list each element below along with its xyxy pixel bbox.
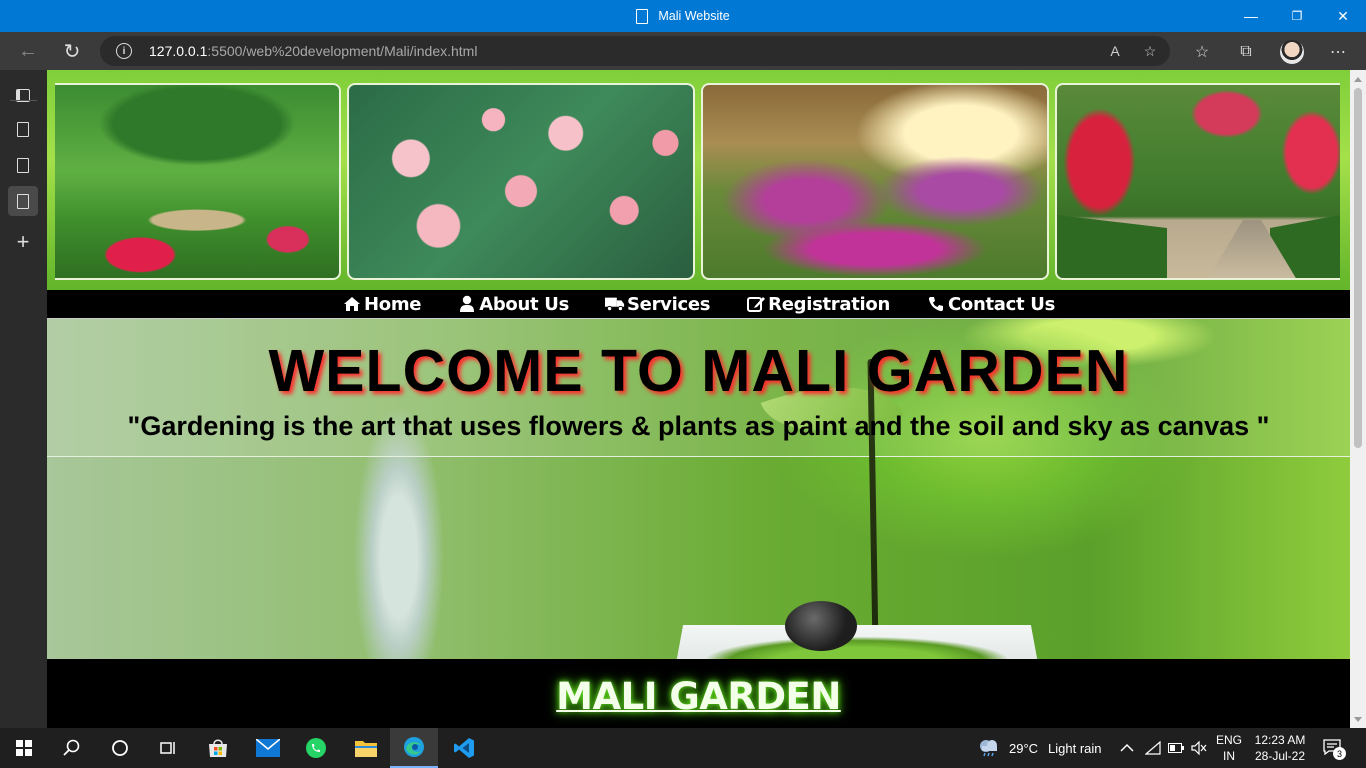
window-title-bar: Mali Website — ❐ ✕ <box>0 0 1366 32</box>
phone-icon <box>926 295 946 313</box>
page-icon <box>17 121 29 137</box>
system-clock[interactable]: 12:23 AM 28-Jul-22 <box>1250 732 1310 764</box>
main-navigation: Home About Us Services Registration Cont… <box>47 290 1350 319</box>
start-button[interactable] <box>0 728 48 768</box>
store-icon[interactable] <box>194 728 242 768</box>
notifications-icon[interactable]: 3 <box>1323 728 1346 768</box>
tab-page-active[interactable] <box>8 186 38 216</box>
more-menu-icon[interactable]: ⋯ <box>1327 41 1349 63</box>
nav-home[interactable]: Home <box>342 294 421 315</box>
brand-section: MALI GARDEN <box>47 659 1350 728</box>
garden-bridge-photo <box>55 83 341 280</box>
user-icon <box>457 295 477 313</box>
address-bar[interactable]: i 127.0.0.1:5500/web%20development/Mali/… <box>100 36 1170 66</box>
clock-time: 12:23 AM <box>1254 733 1306 747</box>
rose-arch-path-photo <box>1055 83 1340 280</box>
nav-contact-us[interactable]: Contact Us <box>926 294 1055 315</box>
volume-muted-icon[interactable] <box>1191 728 1207 768</box>
file-explorer-icon[interactable] <box>342 728 390 768</box>
url-text[interactable]: 127.0.0.1:5500/web%20development/Mali/in… <box>149 43 477 59</box>
battery-icon[interactable] <box>1168 728 1184 768</box>
brand-heading[interactable]: MALI GARDEN <box>47 675 1350 718</box>
page-viewport: Home About Us Services Registration Cont… <box>47 70 1350 728</box>
stone-decoration <box>785 601 857 651</box>
nav-about-us[interactable]: About Us <box>457 294 569 315</box>
nav-services[interactable]: Services <box>605 294 710 315</box>
pink-roses-photo <box>347 83 695 280</box>
vscode-icon[interactable] <box>440 728 488 768</box>
windows-logo-icon <box>16 740 32 756</box>
clock-date: 28-Jul-22 <box>1254 749 1306 763</box>
page-icon <box>636 8 649 24</box>
refresh-icon[interactable]: ↻ <box>52 32 92 70</box>
page-icon <box>17 157 29 173</box>
tab-actions-icon[interactable] <box>8 80 38 110</box>
scroll-down-icon[interactable] <box>1354 717 1362 722</box>
read-aloud-icon[interactable]: A <box>1105 41 1125 61</box>
network-icon[interactable] <box>1145 728 1161 768</box>
tab-page-1[interactable] <box>8 114 38 144</box>
minimize-button[interactable]: — <box>1228 0 1274 32</box>
restore-button[interactable]: ❐ <box>1274 0 1320 32</box>
page-scrollbar[interactable] <box>1350 70 1366 728</box>
cosmos-flowers-photo <box>701 83 1049 280</box>
weather-widget[interactable]: 29°C Light rain <box>977 728 1102 768</box>
new-tab-icon[interactable]: + <box>8 227 38 257</box>
edge-browser-icon[interactable] <box>390 728 438 768</box>
language-indicator[interactable]: ENG IN <box>1212 732 1246 764</box>
page-icon <box>17 193 29 209</box>
nav-registration[interactable]: Registration <box>746 294 890 315</box>
windows-taskbar: 29°C Light rain ENG IN 12:23 AM 28-Jul-2… <box>0 728 1366 768</box>
close-button[interactable]: ✕ <box>1320 0 1366 32</box>
weather-temperature: 29°C <box>1009 740 1039 756</box>
page-title: WELCOME TO MALI GARDEN <box>268 338 1129 404</box>
back-icon[interactable]: ← <box>8 32 48 70</box>
home-icon <box>342 295 362 313</box>
browser-toolbar: ← ↻ i 127.0.0.1:5500/web%20development/M… <box>0 32 1366 70</box>
truck-icon <box>605 295 625 313</box>
edit-icon <box>746 295 766 313</box>
profile-avatar[interactable] <box>1280 40 1304 64</box>
mail-icon[interactable] <box>244 728 292 768</box>
scroll-up-icon[interactable] <box>1354 77 1362 82</box>
window-title-text: Mali Website <box>658 9 730 23</box>
photo-gallery <box>47 70 1350 290</box>
search-icon[interactable] <box>48 728 96 768</box>
task-view-icon[interactable] <box>144 728 192 768</box>
window-title: Mali Website <box>0 0 1366 32</box>
tab-divider <box>10 100 37 101</box>
cloud-rain-icon <box>977 737 1001 760</box>
favorites-icon[interactable]: ☆ <box>1191 41 1213 63</box>
whatsapp-icon[interactable] <box>292 728 340 768</box>
show-hidden-icons-icon[interactable] <box>1120 728 1134 768</box>
weather-description: Light rain <box>1048 740 1102 756</box>
hero-section: WELCOME TO MALI GARDEN "Gardening is the… <box>47 319 1350 685</box>
tab-page-2[interactable] <box>8 150 38 180</box>
cortana-icon[interactable] <box>96 728 144 768</box>
add-favorite-icon[interactable]: ☆ <box>1140 41 1160 61</box>
collections-icon[interactable]: ⧉ <box>1235 41 1257 63</box>
notification-count-badge: 3 <box>1333 747 1346 760</box>
info-icon[interactable]: i <box>116 43 132 59</box>
scroll-thumb[interactable] <box>1354 88 1362 448</box>
vertical-tab-strip: + <box>0 70 47 728</box>
hero-quote: "Gardening is the art that uses flowers … <box>127 411 1270 441</box>
